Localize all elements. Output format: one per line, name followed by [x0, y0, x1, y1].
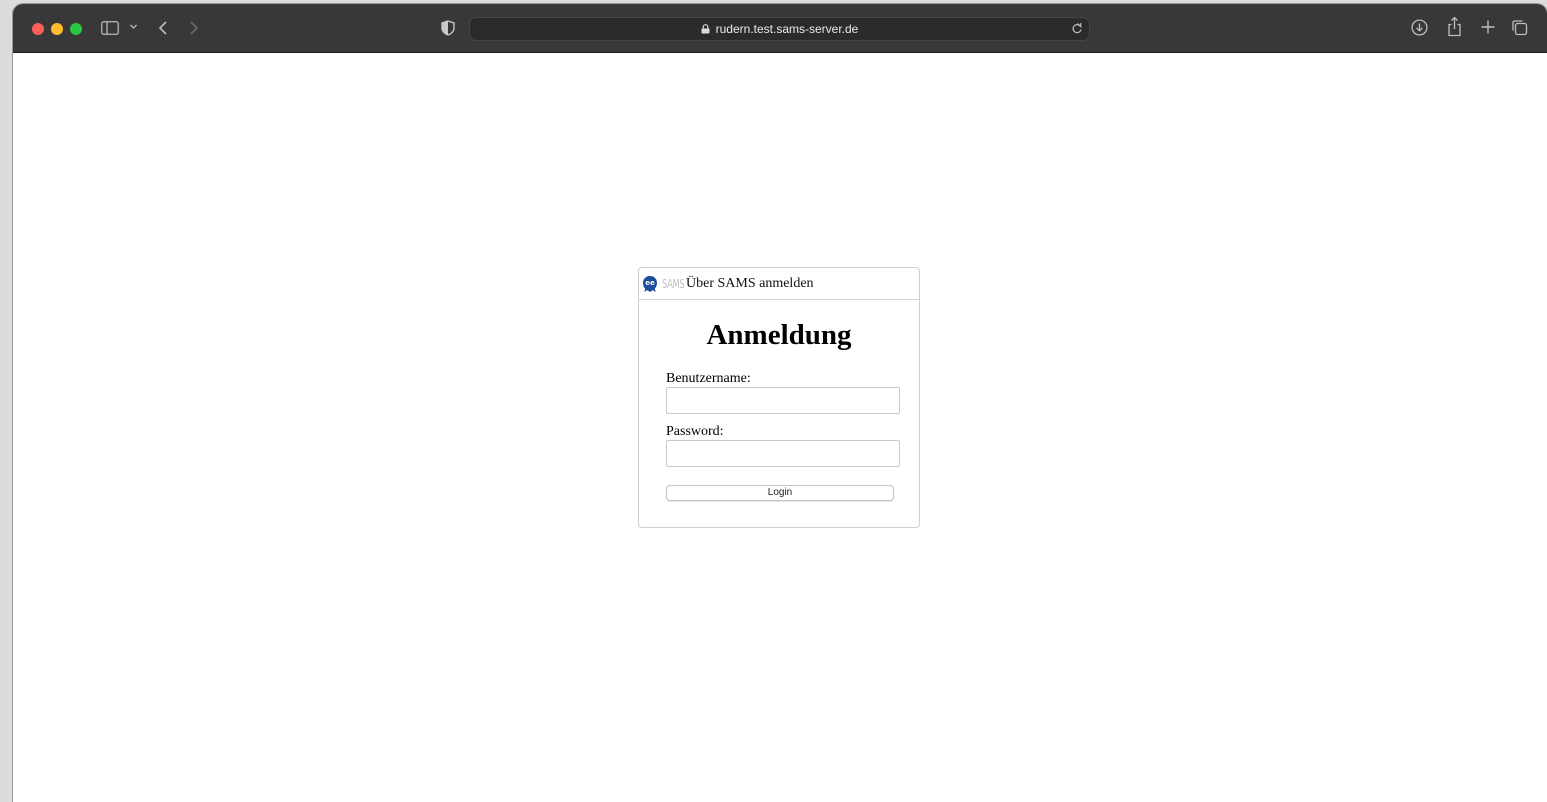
- password-label: Password:: [666, 424, 724, 439]
- sidebar-icon[interactable]: [101, 21, 119, 35]
- login-panel-header-title: Über SAMS anmelden: [686, 275, 814, 291]
- shield-icon[interactable]: [441, 20, 455, 36]
- chevron-down-icon[interactable]: [129, 22, 138, 31]
- login-button[interactable]: Login: [666, 485, 894, 501]
- sams-logo-icon: [642, 275, 658, 293]
- login-panel: SAMS Über SAMS anmelden Anmeldung Benutz…: [638, 267, 920, 528]
- plus-icon[interactable]: [1480, 19, 1496, 35]
- address-bar[interactable]: rudern.test.sams-server.de: [469, 17, 1090, 41]
- minimize-window-button[interactable]: [51, 23, 63, 35]
- download-icon[interactable]: [1411, 19, 1428, 36]
- close-window-button[interactable]: [32, 23, 44, 35]
- url-text[interactable]: rudern.test.sams-server.de: [716, 22, 859, 36]
- login-panel-header: SAMS Über SAMS anmelden: [639, 268, 919, 300]
- tabs-icon[interactable]: [1511, 19, 1528, 36]
- share-icon[interactable]: [1447, 16, 1462, 37]
- browser-toolbar: rudern.test.sams-server.de: [13, 4, 1547, 53]
- reload-icon[interactable]: [1071, 22, 1083, 40]
- zoom-window-button[interactable]: [70, 23, 82, 35]
- lock-icon: [701, 24, 710, 34]
- chevron-left-icon[interactable]: [158, 20, 168, 36]
- username-label: Benutzername:: [666, 371, 751, 386]
- browser-window: rudern.test.sams-server.de SAMS Über SAM…: [13, 4, 1547, 802]
- password-input[interactable]: [666, 440, 900, 467]
- username-input[interactable]: [666, 387, 900, 414]
- sams-logo-text: SAMS: [662, 276, 685, 291]
- page-content: SAMS Über SAMS anmelden Anmeldung Benutz…: [13, 53, 1547, 802]
- chevron-right-icon: [189, 20, 199, 36]
- login-title: Anmeldung: [706, 319, 852, 351]
